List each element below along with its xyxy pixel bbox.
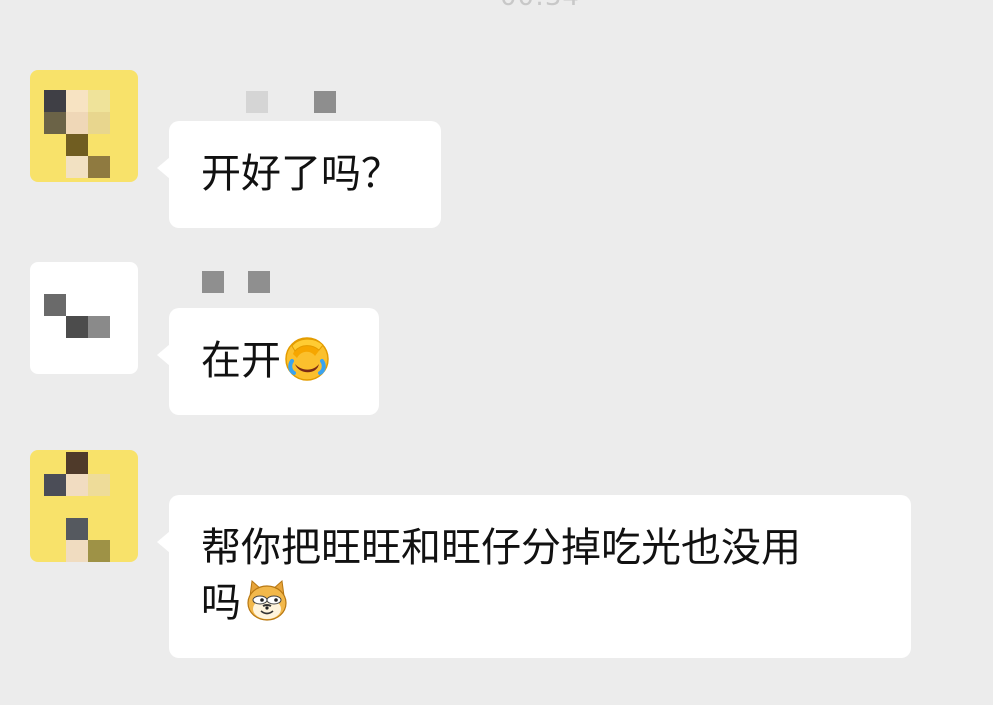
message-bubble[interactable]: 开好了吗？ [157, 121, 441, 228]
sender-name-blurred [202, 271, 282, 301]
message-bubble[interactable]: 帮你把旺旺和旺仔分掉吃光也没用 吗 [157, 495, 911, 658]
avatar[interactable] [30, 70, 138, 182]
avatar[interactable] [30, 450, 138, 562]
sender-name-blurred [246, 91, 346, 121]
doge-emoji-icon [247, 580, 287, 621]
avatar[interactable] [30, 262, 138, 374]
message-text: 帮你把旺旺和旺仔分掉吃光也没用 [201, 525, 801, 571]
facepalm-crying-emoji-icon [285, 337, 329, 381]
message-bubble[interactable]: 在开 [157, 308, 379, 415]
message-text: 开好了吗？ [201, 151, 401, 197]
message-text: 吗 [201, 580, 241, 626]
status-time: 00:34 [500, 0, 580, 12]
message-text: 在开 [201, 338, 281, 384]
